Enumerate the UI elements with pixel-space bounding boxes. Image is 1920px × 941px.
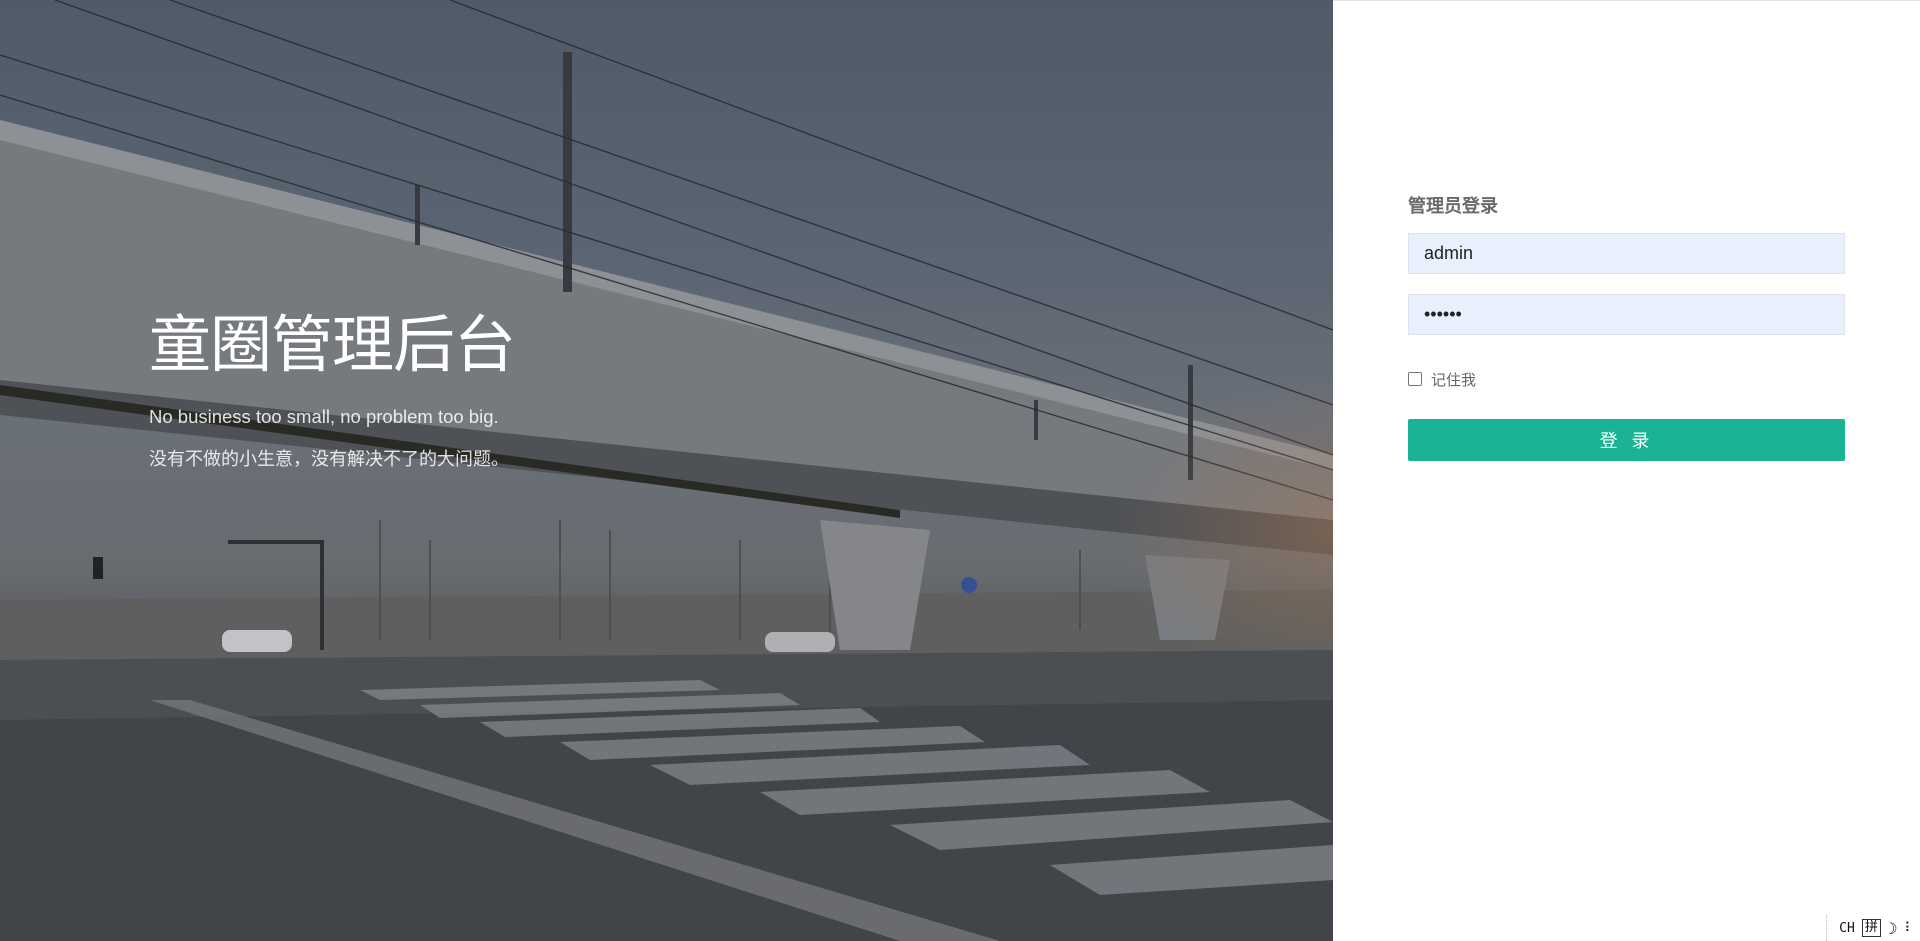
remember-me-label[interactable]: 记住我 (1431, 369, 1476, 390)
hero-panel: 童圈管理后台 No business too small, no problem… (0, 0, 1333, 941)
field-spacer (1408, 274, 1845, 294)
hero-subtitle-chinese: 没有不做的小生意，没有解决不了的大问题。 (149, 449, 509, 470)
username-input[interactable] (1408, 233, 1845, 274)
login-heading: 管理员登录 (1408, 196, 1498, 217)
ime-layout-indicator[interactable]: 拼 (1861, 919, 1881, 937)
password-input[interactable] (1408, 294, 1845, 335)
ime-mode-indicator[interactable]: CH (1839, 921, 1855, 936)
remember-me-checkbox[interactable] (1408, 372, 1422, 386)
login-button[interactable]: 登 录 (1408, 419, 1845, 461)
app-title: 童圈管理后台 (149, 308, 516, 381)
login-form: 管理员登录 记住我 登 录 (1408, 194, 1845, 461)
hero-text-block: 童圈管理后台 No business too small, no problem… (149, 305, 516, 473)
login-page: 童圈管理后台 No business too small, no problem… (0, 0, 1920, 941)
login-panel: 管理员登录 记住我 登 录 CH 拼 ☽ ⠇ (1333, 0, 1920, 941)
moon-icon[interactable]: ☽ (1888, 919, 1898, 938)
remember-me-row[interactable]: 记住我 (1408, 369, 1845, 389)
hero-subtitle-english: No business too small, no problem too bi… (149, 406, 499, 427)
more-icon[interactable]: ⠇ (1904, 921, 1914, 936)
ime-status-bar: CH 拼 ☽ ⠇ (1826, 915, 1920, 941)
